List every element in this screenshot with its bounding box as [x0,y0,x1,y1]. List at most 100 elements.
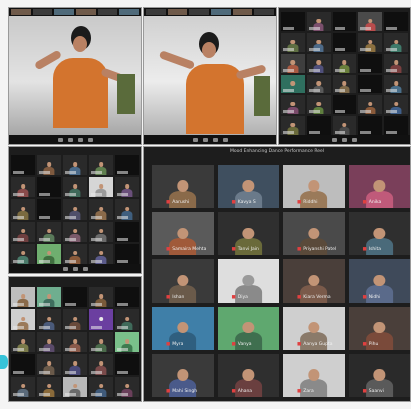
video-tile[interactable]: ■ Ishan [152,259,214,303]
video-tile[interactable] [89,376,113,397]
video-tile[interactable] [37,199,61,220]
video-tile[interactable] [115,221,139,242]
video-tile[interactable]: ■ Ishita [348,212,410,256]
thumbnail[interactable] [76,9,96,15]
video-tile[interactable] [89,287,113,308]
video-tile[interactable] [332,32,357,52]
video-tile[interactable] [384,116,408,135]
video-tile[interactable]: ■ Riddhi [283,165,345,209]
thumbnail[interactable] [232,9,253,15]
video-tile[interactable] [306,12,331,31]
video-tile[interactable]: ■ Ahana [217,353,279,397]
thumbnail[interactable] [189,9,210,15]
video-tile[interactable] [115,309,139,330]
video-tile[interactable] [89,331,113,353]
video-tile[interactable] [332,95,357,115]
thumbnail[interactable] [211,9,231,15]
video-tile[interactable] [63,309,87,330]
thumbnail[interactable] [146,9,166,15]
video-tile[interactable] [11,177,35,198]
chat-button[interactable] [87,137,93,142]
video-tile[interactable] [63,287,87,308]
video-tile[interactable] [11,243,35,264]
video-tile[interactable] [384,95,408,115]
chat-button[interactable] [222,137,228,142]
video-tile[interactable] [358,53,383,73]
video-tile[interactable] [306,53,331,73]
thumbnail[interactable] [254,9,275,15]
video-tile[interactable] [11,199,35,220]
mute-button[interactable] [332,137,337,142]
video-tile[interactable] [384,74,408,94]
share-button[interactable] [352,137,357,142]
video-tile[interactable] [11,287,35,308]
video-tile[interactable] [11,309,35,330]
thumbnail[interactable] [32,9,53,15]
video-tile[interactable] [332,53,357,73]
thumbnail[interactable] [97,9,118,15]
video-tile[interactable] [384,53,408,73]
video-tile[interactable] [115,155,139,176]
video-button[interactable] [342,137,347,142]
video-tile[interactable] [89,309,113,330]
video-tile[interactable] [306,116,331,135]
video-tile[interactable] [37,221,61,242]
video-tile[interactable] [11,354,35,375]
video-tile[interactable] [37,331,61,353]
video-tile[interactable] [281,32,305,52]
video-tile[interactable]: ■ Diya [217,259,279,303]
video-tile[interactable]: ■ Anika [348,165,410,209]
video-tile[interactable]: ■ Zara [283,353,345,397]
video-tile[interactable] [281,116,305,135]
video-tile[interactable] [306,74,331,94]
video-tile[interactable] [89,354,113,375]
mute-button[interactable] [192,137,198,142]
thumbnail[interactable] [167,9,188,15]
video-tile[interactable] [115,177,139,198]
thumbnail[interactable] [54,9,75,15]
video-tile[interactable] [281,95,305,115]
video-tile[interactable] [281,53,305,73]
thumbnail[interactable] [11,9,31,15]
video-tile[interactable]: ■ Saanvi [348,353,410,397]
video-tile[interactable] [358,116,383,135]
video-tile[interactable] [11,221,35,242]
video-tile[interactable] [384,32,408,52]
video-tile[interactable]: ■ Vanya [217,306,279,350]
video-tile[interactable] [281,12,305,31]
video-tile[interactable]: ■ Kavya S [217,165,279,209]
video-tile[interactable] [37,309,61,330]
thumbnail[interactable] [119,9,140,15]
video-tile[interactable] [281,74,305,94]
video-tile[interactable] [63,221,87,242]
share-button[interactable] [82,266,88,271]
video-tile[interactable]: ■ Kiara Verma [283,259,345,303]
video-tile[interactable] [63,155,87,176]
video-tile[interactable] [115,287,139,308]
video-tile[interactable] [11,331,35,353]
video-tile[interactable] [89,155,113,176]
video-tile[interactable] [37,287,61,308]
video-tile[interactable] [89,221,113,242]
video-tile[interactable] [11,376,35,397]
video-tile[interactable] [306,95,331,115]
video-tile[interactable] [115,199,139,220]
share-button[interactable] [77,137,83,142]
video-tile[interactable] [332,74,357,94]
video-tile[interactable] [63,243,87,264]
video-tile[interactable] [63,199,87,220]
video-tile[interactable] [89,177,113,198]
video-tile[interactable] [115,376,139,397]
video-tile[interactable] [37,376,61,397]
video-tile[interactable] [358,74,383,94]
video-tile[interactable] [358,95,383,115]
video-tile[interactable]: ■ Aanya Gupta [283,306,345,350]
video-tile[interactable]: ■ Samaira Mehta [152,212,214,256]
video-tile[interactable] [11,155,35,176]
video-tile[interactable]: ■ Tanvi Jain [217,212,279,256]
mute-button[interactable] [62,266,68,271]
video-tile[interactable] [358,32,383,52]
video-tile[interactable] [306,32,331,52]
video-tile[interactable] [89,199,113,220]
video-button[interactable] [72,266,78,271]
